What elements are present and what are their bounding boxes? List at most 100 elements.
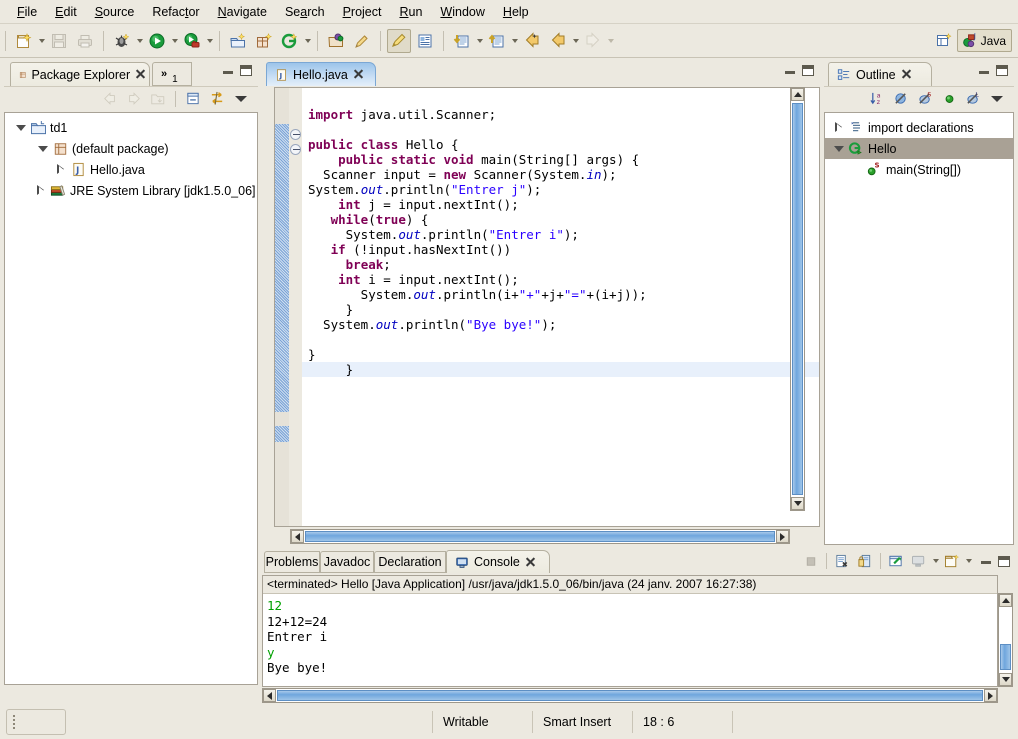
- tree-item-td1[interactable]: td1: [5, 117, 257, 138]
- close-icon[interactable]: [901, 69, 912, 80]
- twisty-expanded-icon[interactable]: [831, 141, 847, 157]
- package-explorer-tree[interactable]: td1 (default package) J Hello.java JRE S…: [4, 112, 258, 685]
- menu-project[interactable]: Project: [334, 3, 391, 21]
- menu-window[interactable]: Window: [431, 3, 493, 21]
- perspective-java-button[interactable]: J Java: [956, 29, 1012, 52]
- menu-edit[interactable]: Edit: [46, 3, 86, 21]
- scroll-thumb[interactable]: [305, 531, 775, 542]
- editor-text-area[interactable]: import java.util.Scanner; public class H…: [274, 87, 820, 527]
- sort-button[interactable]: az: [866, 89, 888, 109]
- toggle-mark-occurrences-button[interactable]: [387, 28, 411, 53]
- open-type-button[interactable]: [324, 29, 348, 53]
- outline-item-hello[interactable]: Hello: [825, 138, 1013, 159]
- maximize-icon[interactable]: [998, 555, 1010, 567]
- view-menu-button[interactable]: [230, 89, 252, 109]
- scroll-up-button[interactable]: [999, 594, 1012, 607]
- menu-run[interactable]: Run: [390, 3, 431, 21]
- console-hscrollbar[interactable]: [262, 688, 998, 703]
- forward-button[interactable]: [123, 89, 145, 109]
- tab-declaration[interactable]: Declaration: [374, 551, 446, 573]
- tab-overflow[interactable]: » 1: [152, 62, 192, 86]
- debug-button[interactable]: [110, 29, 134, 53]
- fold-collapse-icon[interactable]: [290, 129, 301, 140]
- forward-dropdown[interactable]: [606, 29, 615, 53]
- open-console-button[interactable]: [941, 551, 963, 571]
- close-icon[interactable]: [525, 557, 536, 568]
- new-package-button[interactable]: [252, 29, 276, 53]
- twisty-collapsed-icon[interactable]: [831, 120, 847, 136]
- console-output[interactable]: 12 12+12=24 Entrer i y Bye bye!: [263, 595, 997, 686]
- maximize-icon[interactable]: [802, 65, 814, 76]
- next-annotation-dropdown[interactable]: [475, 29, 484, 53]
- menu-search[interactable]: Search: [276, 3, 334, 21]
- scroll-thumb[interactable]: [277, 690, 983, 701]
- hide-local-types-button[interactable]: L: [962, 89, 984, 109]
- link-with-editor-button[interactable]: [206, 89, 228, 109]
- outline-tree[interactable]: import declarations Hello S main(String[…: [824, 112, 1014, 545]
- open-console-dropdown[interactable]: [964, 549, 973, 573]
- scroll-left-button[interactable]: [291, 530, 304, 543]
- tab-console[interactable]: Console: [446, 550, 550, 573]
- menu-source[interactable]: Source: [86, 3, 144, 21]
- external-tools-dropdown[interactable]: [205, 29, 214, 53]
- fold-collapse-icon[interactable]: [290, 144, 301, 155]
- scroll-right-button[interactable]: [776, 530, 789, 543]
- scroll-down-button[interactable]: [999, 673, 1012, 686]
- scroll-thumb[interactable]: [792, 103, 803, 495]
- tab-hello-java[interactable]: J Hello.java: [266, 62, 376, 86]
- new-class-dropdown[interactable]: [303, 29, 312, 53]
- back-dropdown[interactable]: [571, 29, 580, 53]
- hide-fields-button[interactable]: [890, 89, 912, 109]
- run-dropdown[interactable]: [170, 29, 179, 53]
- prev-annotation-button[interactable]: [485, 29, 509, 53]
- last-edit-location-button[interactable]: [520, 29, 544, 53]
- back-button[interactable]: [546, 29, 570, 53]
- new-wizard-dropdown[interactable]: [37, 29, 46, 53]
- outline-item-main-method[interactable]: S main(String[]): [825, 159, 1013, 180]
- menu-navigate[interactable]: Navigate: [209, 3, 276, 21]
- tree-item-default-package[interactable]: (default package): [5, 138, 257, 159]
- remove-all-launches-button[interactable]: [854, 551, 876, 571]
- next-annotation-button[interactable]: [450, 29, 474, 53]
- maximize-icon[interactable]: [240, 65, 252, 76]
- editor-vscrollbar[interactable]: [790, 87, 805, 511]
- scroll-down-button[interactable]: [791, 497, 804, 510]
- tab-package-explorer[interactable]: Package Explorer: [10, 62, 150, 86]
- back-button[interactable]: [99, 89, 121, 109]
- tab-outline[interactable]: Outline: [828, 62, 932, 86]
- editor-folding-ruler[interactable]: [289, 88, 302, 526]
- twisty-expanded-icon[interactable]: [13, 120, 29, 136]
- prev-annotation-dropdown[interactable]: [510, 29, 519, 53]
- scroll-up-button[interactable]: [791, 88, 804, 101]
- tab-problems[interactable]: Problems: [264, 551, 320, 573]
- open-perspective-button[interactable]: [932, 29, 956, 53]
- status-grip[interactable]: [6, 709, 66, 735]
- show-whitespace-button[interactable]: [413, 29, 437, 53]
- outline-item-import-declarations[interactable]: import declarations: [825, 117, 1013, 138]
- external-tools-button[interactable]: [180, 29, 204, 53]
- menu-help[interactable]: Help: [494, 3, 538, 21]
- minimize-icon[interactable]: [784, 66, 796, 76]
- new-wizard-button[interactable]: [12, 29, 36, 53]
- view-menu-button[interactable]: [986, 89, 1008, 109]
- hide-static-button[interactable]: S: [914, 89, 936, 109]
- search-button[interactable]: [350, 29, 374, 53]
- scroll-thumb[interactable]: [1000, 644, 1011, 670]
- terminate-button[interactable]: [800, 551, 822, 571]
- clear-console-button[interactable]: [885, 551, 907, 571]
- console-vscrollbar[interactable]: [998, 593, 1013, 687]
- collapse-all-button[interactable]: [182, 89, 204, 109]
- new-class-button[interactable]: [278, 29, 302, 53]
- run-button[interactable]: [145, 29, 169, 53]
- close-icon[interactable]: [135, 69, 141, 80]
- menu-refactor[interactable]: Refactor: [143, 3, 208, 21]
- new-java-project-button[interactable]: [226, 29, 250, 53]
- twisty-collapsed-icon[interactable]: [33, 183, 49, 199]
- close-icon[interactable]: [353, 69, 364, 80]
- tree-item-hello-java[interactable]: J Hello.java: [5, 159, 257, 180]
- debug-dropdown[interactable]: [135, 29, 144, 53]
- up-folder-button[interactable]: [147, 89, 169, 109]
- forward-button[interactable]: [581, 29, 605, 53]
- scroll-left-button[interactable]: [263, 689, 276, 702]
- tab-javadoc[interactable]: Javadoc: [320, 551, 374, 573]
